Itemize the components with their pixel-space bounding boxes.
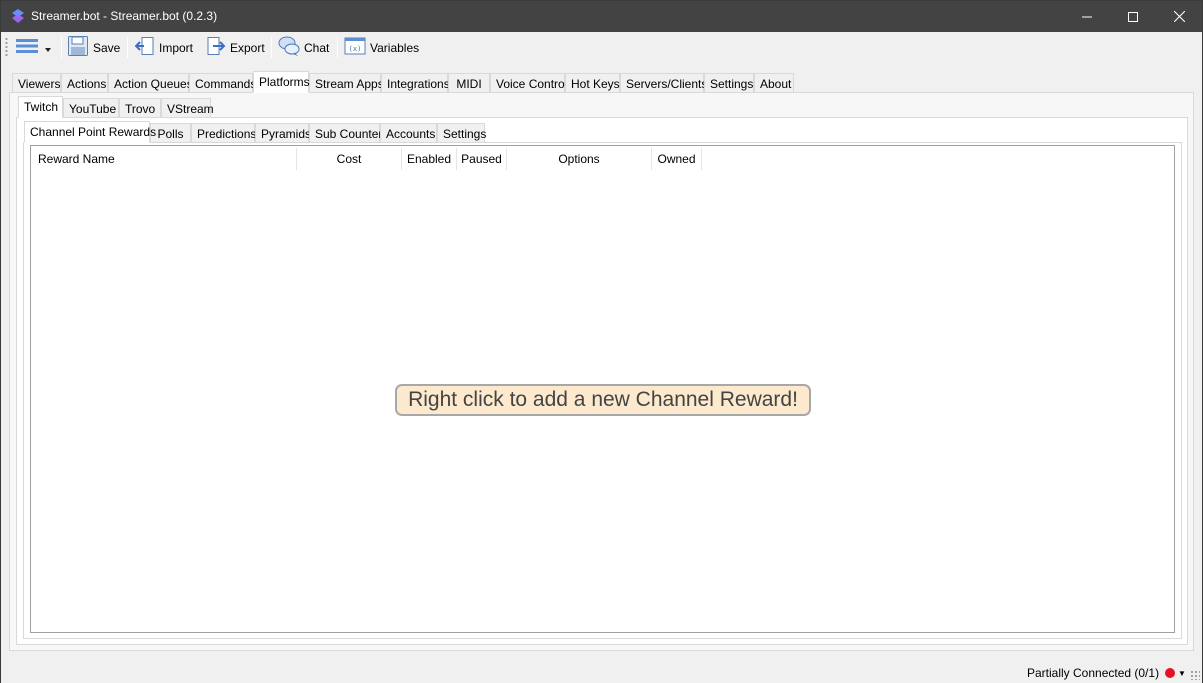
import-icon bbox=[134, 36, 155, 59]
status-bar: Partially Connected (0/1) bbox=[1, 661, 1202, 683]
column-header-paused[interactable]: Paused bbox=[457, 148, 507, 170]
svg-text:(x): (x) bbox=[349, 45, 362, 53]
tab-midi[interactable]: MIDI bbox=[448, 73, 490, 93]
tab-commands[interactable]: Commands bbox=[189, 73, 256, 93]
tab-viewers[interactable]: Viewers bbox=[12, 73, 61, 93]
maximize-button[interactable] bbox=[1110, 1, 1156, 32]
tab-channel-point-rewards[interactable]: Channel Point Rewards bbox=[24, 121, 156, 143]
tab-integrations[interactable]: Integrations bbox=[381, 73, 450, 93]
hamburger-menu-icon bbox=[15, 38, 41, 57]
tab-hot-keys[interactable]: Hot Keys bbox=[565, 73, 620, 93]
export-button[interactable]: Export bbox=[206, 35, 265, 60]
toolbar-separator bbox=[271, 37, 272, 58]
chat-bubbles-icon bbox=[278, 35, 300, 60]
tab-stream-apps[interactable]: Stream Apps bbox=[309, 73, 384, 93]
title-bar[interactable]: Streamer.bot - Streamer.bot (0.2.3) bbox=[1, 1, 1202, 32]
tab-trovo[interactable]: Trovo bbox=[119, 98, 161, 118]
streamerbot-logo-icon bbox=[11, 9, 25, 23]
import-label: Import bbox=[159, 40, 194, 55]
variables-button[interactable]: (x) Variables bbox=[344, 35, 419, 60]
tab-predictions[interactable]: Predictions bbox=[191, 123, 256, 143]
variables-icon: (x) bbox=[344, 36, 366, 59]
connection-status[interactable]: Partially Connected (0/1) bbox=[1027, 666, 1159, 680]
save-label: Save bbox=[93, 40, 121, 55]
minimize-button[interactable] bbox=[1064, 1, 1110, 32]
toolbar: Save Import Export Chat (x) Variables bbox=[1, 32, 1202, 63]
main-menu-dropdown[interactable] bbox=[15, 35, 51, 60]
toolbar-separator bbox=[337, 37, 338, 58]
save-button[interactable]: Save bbox=[67, 35, 120, 60]
chat-button[interactable]: Chat bbox=[278, 35, 329, 60]
column-header-enabled[interactable]: Enabled bbox=[402, 148, 457, 170]
floppy-disk-icon bbox=[67, 35, 89, 60]
column-header-owned[interactable]: Owned bbox=[652, 148, 702, 170]
tab-actions[interactable]: Actions bbox=[61, 73, 108, 93]
tab-action-queues[interactable]: Action Queues bbox=[108, 73, 193, 93]
tab-polls[interactable]: Polls bbox=[150, 123, 191, 143]
import-button[interactable]: Import bbox=[134, 35, 194, 60]
app-window: Streamer.bot - Streamer.bot (0.2.3) Save… bbox=[0, 0, 1203, 683]
tab-youtube[interactable]: YouTube bbox=[63, 98, 119, 118]
column-header-reward-name[interactable]: Reward Name bbox=[31, 148, 297, 170]
tab-pyramids[interactable]: Pyramids bbox=[255, 123, 311, 143]
chevron-down-icon bbox=[45, 41, 51, 55]
tab-vstream[interactable]: VStream bbox=[161, 98, 214, 118]
window-title: Streamer.bot - Streamer.bot (0.2.3) bbox=[31, 9, 218, 23]
export-icon bbox=[206, 36, 226, 59]
variables-label: Variables bbox=[370, 40, 420, 55]
resize-grip[interactable] bbox=[1190, 670, 1200, 680]
tab-twitch[interactable]: Twitch bbox=[18, 96, 63, 118]
column-header-cost[interactable]: Cost bbox=[297, 148, 402, 170]
close-button[interactable] bbox=[1156, 1, 1202, 32]
tab-accounts[interactable]: Accounts bbox=[380, 123, 437, 143]
tab-twitch-settings[interactable]: Settings bbox=[437, 123, 486, 143]
tab-voice-control[interactable]: Voice Control bbox=[490, 73, 567, 93]
export-label: Export bbox=[230, 40, 265, 55]
empty-list-hint: Right click to add a new Channel Reward! bbox=[395, 384, 811, 416]
tab-servers-clients[interactable]: Servers/Clients bbox=[620, 73, 707, 93]
column-header-options[interactable]: Options bbox=[507, 148, 652, 170]
chat-label: Chat bbox=[304, 40, 330, 55]
tab-platforms[interactable]: Platforms bbox=[253, 71, 310, 93]
tab-about[interactable]: About bbox=[754, 73, 794, 93]
toolbar-grip[interactable] bbox=[5, 37, 8, 58]
chevron-down-icon[interactable]: ▼ bbox=[1178, 669, 1186, 678]
tab-settings[interactable]: Settings bbox=[704, 73, 754, 93]
toolbar-separator bbox=[61, 37, 62, 58]
toolbar-separator bbox=[127, 37, 128, 58]
tab-sub-counter[interactable]: Sub Counter bbox=[309, 123, 382, 143]
connection-indicator-icon[interactable] bbox=[1165, 668, 1175, 678]
